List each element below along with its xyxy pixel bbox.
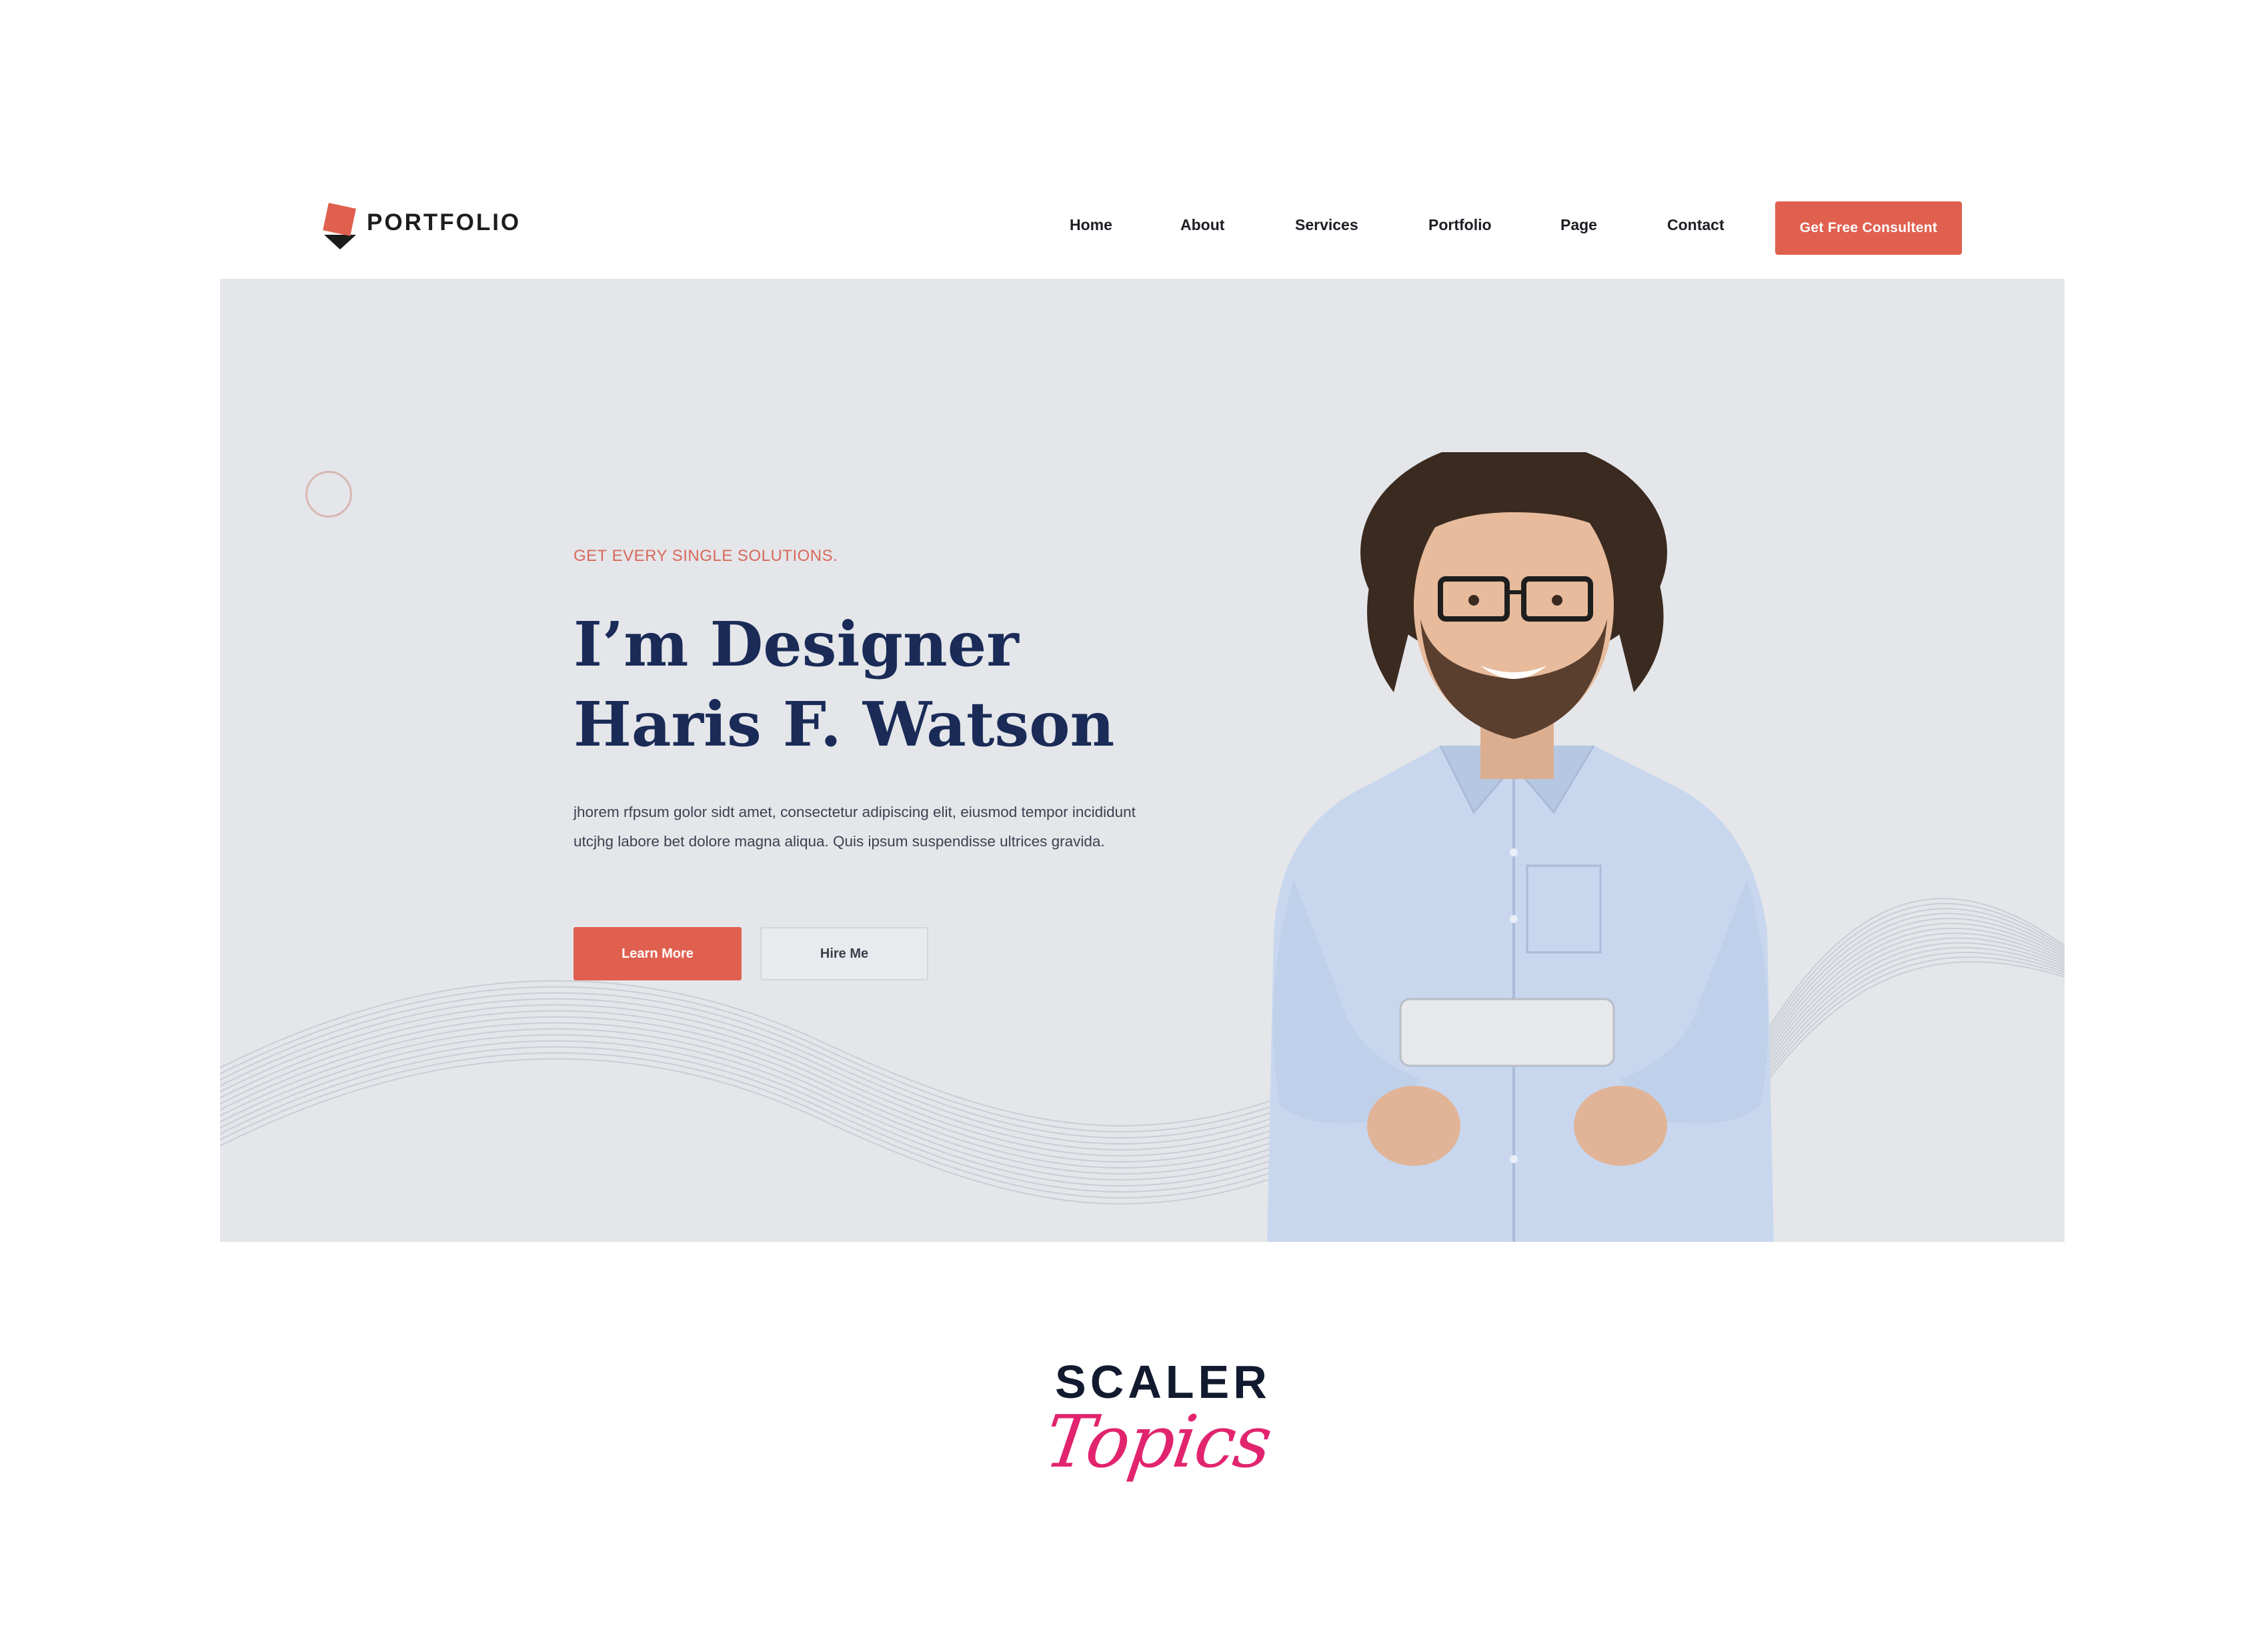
brand-script: Topics	[1040, 1401, 1276, 1484]
logo-text: PORTFOLIO	[367, 209, 521, 235]
wave-line	[220, 986, 1354, 1133]
site-logo[interactable]: PORTFOLIO	[321, 203, 535, 251]
hire-me-button[interactable]: Hire Me	[760, 927, 928, 980]
hero-description: jhorem rfpsum golor sidt amet, consectet…	[574, 804, 1136, 850]
wave-line	[220, 992, 1354, 1139]
get-free-consultent-button[interactable]: Get Free Consultent	[1775, 201, 1962, 255]
hero-headline-line1: I’m Designer	[574, 608, 1019, 680]
hero-headline-line2: Haris F. Watson	[574, 688, 1115, 760]
nav-about[interactable]: About	[1180, 216, 1224, 234]
logo-mark-icon	[323, 203, 356, 249]
scaler-topics-logo: SCALER Topics	[1040, 1347, 1276, 1534]
decorative-circle	[305, 471, 352, 518]
learn-more-button[interactable]: Learn More	[574, 927, 742, 980]
hero-tagline: GET EVERY SINGLE SOLUTIONS.	[574, 547, 838, 565]
person-photo	[1267, 452, 1774, 1242]
nav-contact[interactable]: Contact	[1667, 216, 1725, 234]
nav-services[interactable]: Services	[1295, 216, 1358, 234]
nav-portfolio[interactable]: Portfolio	[1428, 216, 1492, 234]
nav-page[interactable]: Page	[1560, 216, 1597, 234]
nav-home[interactable]: Home	[1070, 216, 1112, 234]
hero-section: GET EVERY SINGLE SOLUTIONS. I’m Designer…	[220, 279, 2065, 1242]
